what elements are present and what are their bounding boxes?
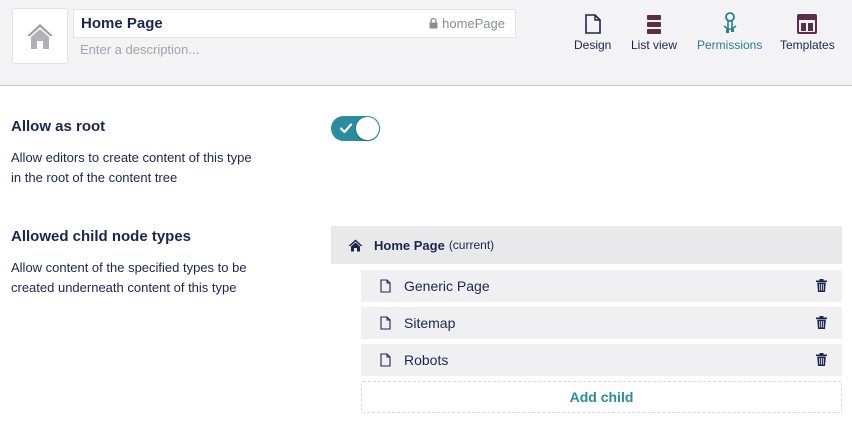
- child-type-name: Generic Page: [404, 278, 490, 294]
- current-type-row: Home Page (current): [331, 226, 842, 264]
- document-icon: [380, 279, 391, 293]
- allow-root-description: Allow editors to create content of this …: [11, 150, 252, 185]
- checkmark-icon: [339, 123, 353, 134]
- layout-icon: [797, 14, 818, 34]
- document-icon: [380, 353, 391, 367]
- home-icon: [27, 24, 53, 49]
- app-templates[interactable]: Templates: [780, 12, 835, 52]
- app-design-label: Design: [574, 38, 612, 52]
- trash-icon[interactable]: [816, 353, 827, 366]
- app-permissions-label: Permissions: [697, 38, 763, 52]
- app-templates-label: Templates: [780, 38, 835, 52]
- current-type-suffix: (current): [448, 238, 495, 252]
- toggle-knob: [356, 117, 379, 140]
- keys-icon: [723, 12, 737, 33]
- app-design[interactable]: Design: [574, 12, 611, 52]
- list-item: Robots: [361, 344, 842, 376]
- current-type-name: Home Page: [374, 237, 445, 253]
- description-field[interactable]: Enter a description...: [80, 42, 199, 57]
- add-child-button[interactable]: Add child: [361, 381, 842, 413]
- list-icon: [647, 15, 661, 34]
- app-permissions[interactable]: Permissions: [697, 12, 762, 52]
- allowed-children-title: Allowed child node types: [11, 228, 192, 245]
- alias-text: homePage: [442, 16, 505, 31]
- trash-icon[interactable]: [816, 279, 827, 292]
- alias-field[interactable]: homePage: [429, 16, 505, 31]
- allowed-children-description: Allow content of the specified types to …: [11, 260, 247, 295]
- list-item: Sitemap: [361, 307, 842, 339]
- home-icon: [348, 239, 363, 251]
- list-item: Generic Page: [361, 270, 842, 302]
- child-type-name: Sitemap: [404, 315, 456, 331]
- name-field[interactable]: Home Page homePage: [73, 9, 516, 38]
- document-type-name[interactable]: Home Page: [81, 15, 163, 32]
- document-icon: [584, 14, 601, 34]
- allow-root-toggle[interactable]: [331, 116, 380, 141]
- allow-root-title: Allow as root: [11, 118, 106, 135]
- document-type-icon-picker[interactable]: [12, 8, 68, 64]
- document-icon: [380, 316, 391, 330]
- trash-icon[interactable]: [816, 316, 827, 329]
- editor-header: Home Page homePage Enter a description..…: [0, 0, 852, 86]
- child-type-name: Robots: [404, 352, 449, 368]
- app-list-view-label: List view: [631, 38, 678, 52]
- app-list-view[interactable]: List view: [631, 12, 677, 52]
- lock-icon[interactable]: [429, 18, 438, 29]
